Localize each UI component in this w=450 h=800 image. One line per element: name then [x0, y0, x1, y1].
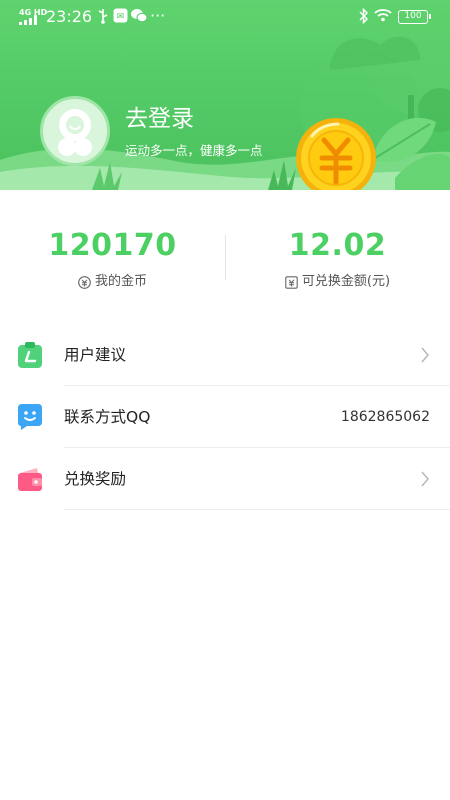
coins-stat[interactable]: 120170 我的金币: [0, 228, 225, 290]
coins-label: 我的金币: [94, 274, 147, 289]
qq-number: 1862865062: [340, 409, 430, 425]
chevron-right-icon: [421, 347, 429, 363]
menu-label-contact-qq: 联系方式QQ: [64, 408, 151, 426]
profile-header: 4G HD 23:26 ✉ ··· 100 去登录 运动多一点，健康多一点: [0, 0, 450, 190]
menu-list: 用户建议 联系方式QQ 1862865062 兑换奖励: [0, 324, 450, 510]
feedback-clipboard-icon: [18, 342, 42, 368]
coins-value: 120170: [48, 228, 177, 263]
svg-text:✉: ✉: [117, 12, 125, 22]
usb-icon: [98, 9, 108, 24]
exchange-label: 可兑换金额(元): [301, 274, 391, 289]
menu-label-feedback: 用户建议: [64, 346, 127, 364]
cash-icon: [285, 275, 298, 289]
cellular-signal-icon: [19, 15, 37, 25]
default-avatar-icon: [58, 109, 92, 156]
wechat-icon: [131, 9, 147, 23]
exchange-stat[interactable]: 12.02 可兑换金额(元): [225, 228, 450, 290]
wifi-icon: [374, 9, 392, 22]
menu-item-contact-qq[interactable]: 联系方式QQ 1862865062: [0, 386, 450, 448]
avatar[interactable]: [40, 96, 110, 166]
menu-label-redeem-rewards: 兑换奖励: [64, 470, 127, 488]
chat-bubble-icon: [18, 404, 42, 430]
more-notifications-icon: ···: [150, 6, 166, 25]
login-button[interactable]: 去登录: [125, 104, 194, 134]
battery-indicator: 100: [398, 10, 431, 24]
clock: 23:26: [46, 7, 93, 26]
wallet-icon: [18, 468, 42, 491]
coin-icon: [78, 275, 91, 289]
divider: [64, 509, 450, 510]
exchange-value: 12.02: [288, 228, 387, 263]
bluetooth-icon: [359, 8, 369, 24]
app-notification-icon: ✉: [113, 8, 128, 23]
menu-item-feedback[interactable]: 用户建议: [0, 324, 450, 386]
stats-panel: 120170 我的金币 12.02 可兑换金额(元): [0, 190, 450, 310]
menu-item-redeem-rewards[interactable]: 兑换奖励: [0, 448, 450, 510]
chevron-right-icon: [421, 471, 429, 487]
profile-slogan: 运动多一点，健康多一点: [125, 143, 263, 158]
status-bar: 4G HD 23:26 ✉ ··· 100: [0, 0, 450, 34]
